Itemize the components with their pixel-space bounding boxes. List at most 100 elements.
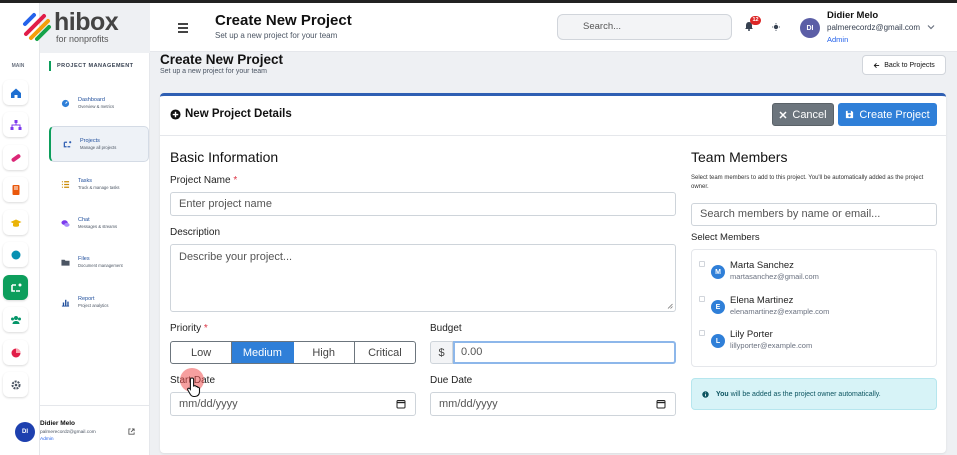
member-name: Lily Porter [730, 329, 773, 340]
select-members-label: Select Members [691, 232, 760, 243]
due-date-placeholder: mm/dd/yyyy [439, 398, 498, 410]
calendar-icon[interactable] [656, 399, 666, 409]
nav-item-projects[interactable]: Projects Manage all projects [49, 126, 149, 162]
project-name-label: Project Name * [170, 175, 237, 186]
priority-low[interactable]: Low [171, 342, 233, 363]
currency-addon: $ [430, 341, 453, 364]
nav-label: Report [78, 296, 95, 302]
rail-projects-icon[interactable] [3, 275, 28, 300]
bar-chart-icon [61, 299, 70, 307]
nav-user-role: Admin [40, 437, 54, 442]
rail-sitemap-icon[interactable] [3, 112, 28, 137]
arrow-left-icon [873, 62, 880, 68]
nav-sub: Manage all projects [80, 145, 117, 150]
description-placeholder: Describe your project... [179, 251, 293, 263]
priority-medium[interactable]: Medium [232, 342, 294, 363]
header-user-role: Admin [827, 35, 849, 44]
top-header: Create New Project Set up a new project … [150, 3, 957, 52]
project-name-input[interactable]: Enter project name [170, 192, 676, 216]
cancel-button[interactable]: Cancel [772, 103, 834, 126]
brand-logo[interactable]: hibox for nonprofits [22, 8, 147, 46]
label-text: Priority [170, 323, 202, 334]
rail-home-icon[interactable] [3, 80, 28, 105]
nav-item-files[interactable]: Files Document management [49, 244, 149, 280]
rail-settings-icon[interactable] [3, 372, 28, 397]
due-date-input[interactable]: mm/dd/yyyy [430, 392, 676, 416]
list-item[interactable]: M Marta Sanchez martasanchez@gmail.com [692, 257, 938, 287]
close-icon [779, 110, 787, 119]
label-text: Project Name [170, 175, 231, 186]
member-search-input[interactable]: Search members by name or email... [691, 203, 937, 226]
info-text: will be added as the project owner autom… [728, 390, 881, 398]
description-textarea[interactable]: Describe your project... [170, 244, 676, 312]
hamburger-menu-icon[interactable] [178, 23, 188, 33]
member-name: Marta Sanchez [730, 260, 794, 271]
member-checkbox[interactable] [699, 330, 705, 336]
member-avatar: M [711, 265, 725, 279]
due-date-label: Due Date [430, 375, 473, 386]
priority-selector: Low Medium High Critical [170, 341, 416, 364]
rail-chart-pie-icon[interactable] [3, 340, 28, 365]
back-label: Back to Projects [884, 61, 935, 69]
list-item[interactable]: E Elena Martinez elenamartinez@example.c… [692, 292, 938, 322]
member-checkbox[interactable] [699, 296, 705, 302]
header-user-avatar[interactable]: DI [800, 18, 820, 38]
nav-item-dashboard[interactable]: Dashboard Overview & metrics [49, 85, 149, 121]
nav-item-report[interactable]: Report Project analytics [49, 284, 149, 320]
folder-icon [61, 259, 70, 266]
rail-pill-icon[interactable] [3, 145, 28, 170]
member-checkbox[interactable] [699, 261, 705, 267]
nav-sub: Document management [78, 263, 123, 268]
brand-tagline: for nonprofits [56, 34, 109, 44]
header-title: Create New Project [215, 12, 352, 29]
tasks-list-icon [61, 180, 70, 188]
external-link-icon[interactable] [128, 428, 135, 435]
page-subtitle: Set up a new project for your team [160, 68, 267, 75]
nav-sub: Messages & streams [78, 224, 118, 229]
header-user-name: Didier Melo [827, 10, 879, 21]
nav-item-tasks[interactable]: Tasks Track & manage tasks [49, 166, 149, 202]
budget-label: Budget [430, 323, 462, 334]
nav-label: Projects [80, 138, 100, 144]
nav-item-chat[interactable]: Chat Messages & streams [49, 205, 149, 241]
resize-handle-icon[interactable] [667, 303, 673, 309]
icon-rail: MAIN [0, 3, 40, 455]
create-project-button[interactable]: Create Project [838, 103, 937, 126]
rail-circle-icon[interactable] [3, 242, 28, 267]
theme-toggle-sun-icon[interactable] [772, 23, 780, 31]
start-date-placeholder: mm/dd/yyyy [179, 398, 238, 410]
hand-pointer-icon [187, 377, 201, 398]
member-name: Elena Martinez [730, 295, 794, 306]
plus-circle-icon [170, 109, 181, 120]
rail-team-icon[interactable] [3, 307, 28, 332]
nav-user-email: palmerecordz@gmail.com [40, 430, 96, 435]
page-title: Create New Project [160, 52, 284, 67]
info-bold-text: You [716, 390, 729, 398]
member-email: lillyporter@example.com [730, 341, 813, 350]
chevron-down-icon[interactable] [927, 24, 935, 30]
list-item[interactable]: L Lily Porter lillyporter@example.com [692, 326, 938, 356]
project-form-card: New Project Details Cancel Create Projec… [160, 93, 946, 453]
required-mark: * [233, 175, 238, 186]
budget-input[interactable]: 0.00 [453, 341, 676, 364]
start-date-input[interactable]: mm/dd/yyyy [170, 392, 416, 416]
calendar-icon[interactable] [396, 399, 406, 409]
priority-critical[interactable]: Critical [355, 342, 415, 363]
nav-sub: Project analytics [78, 303, 109, 308]
info-circle-icon [702, 390, 709, 398]
dashboard-icon [61, 99, 70, 107]
global-search-input[interactable]: Search... [557, 14, 732, 40]
rail-section-label: MAIN [11, 63, 25, 69]
create-label: Create Project [859, 108, 930, 121]
required-mark: * [203, 323, 208, 334]
team-help-text: Select team members to add to this proje… [691, 175, 924, 190]
cancel-label: Cancel [792, 108, 827, 121]
owner-info-alert: You will be added as the project owner a… [691, 378, 937, 410]
back-to-projects-button[interactable]: Back to Projects [862, 55, 946, 75]
rail-graduation-icon[interactable] [3, 210, 28, 235]
priority-high[interactable]: High [294, 342, 355, 363]
nav-user-avatar: DI [15, 422, 35, 442]
nav-panel: PROJECT MANAGEMENT Dashboard Overview & m… [40, 53, 150, 455]
rail-book-icon[interactable] [3, 177, 28, 202]
notification-count-badge: 12 [750, 16, 761, 25]
